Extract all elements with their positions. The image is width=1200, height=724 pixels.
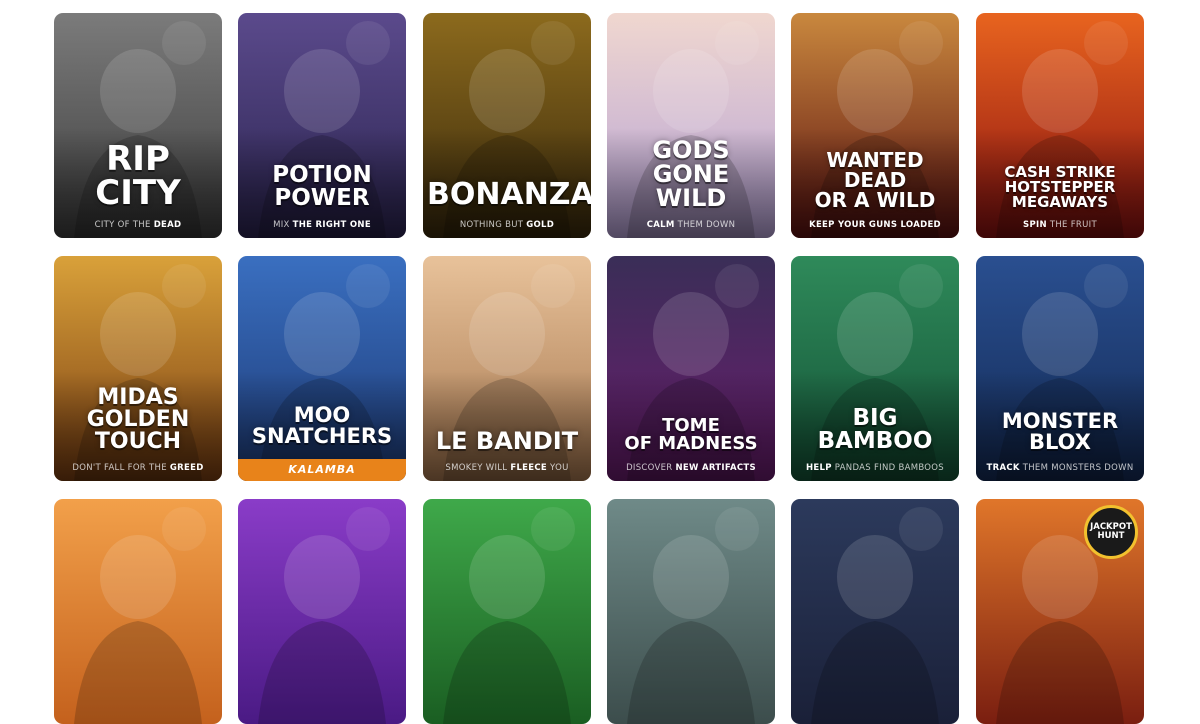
tagline-highlight: FLEECE (510, 463, 548, 473)
game-title: LE BANDIT (427, 429, 587, 453)
game-title-line: MIDAS (97, 385, 179, 410)
tagline-highlight: GOLD (526, 220, 555, 230)
game-title-line: LE BANDIT (435, 427, 579, 455)
tagline-highlight: NEW ARTIFACTS (675, 463, 756, 473)
game-title-line: RIP CITY (95, 139, 181, 213)
game-tile[interactable] (423, 499, 591, 724)
game-title: CASH STRIKE HOTSTEPPER MEGAWAYS (980, 165, 1140, 210)
game-title-line: BIG BAMBOO (817, 405, 933, 454)
game-tagline: DISCOVER NEW ARTIFACTS (611, 463, 771, 473)
tagline-text: THE FRUIT (1046, 220, 1097, 230)
tagline-highlight: THE RIGHT ONE (292, 220, 371, 230)
tagline-highlight: KEEP YOUR GUNS LOADED (809, 220, 941, 230)
game-tile[interactable]: BIG BAMBOO HELP PANDAS FIND BAMBOOS (791, 256, 959, 481)
game-tile[interactable]: LE BANDIT SMOKEY WILL FLEECE YOU (423, 256, 591, 481)
game-title: WANTED DEAD OR A WILD (795, 150, 955, 210)
game-tagline: SPIN THE FRUIT (980, 220, 1140, 230)
game-tagline: NOTHING BUT GOLD (427, 220, 587, 230)
game-tile[interactable]: BONANZA NOTHING BUT GOLD (423, 13, 591, 238)
tagline-highlight: GREED (169, 463, 204, 473)
game-tile[interactable]: MIDAS GOLDEN TOUCH DON'T FALL FOR THE GREE… (54, 256, 222, 481)
game-artwork (791, 499, 959, 724)
tagline-highlight: TRACK (986, 463, 1020, 473)
game-tile[interactable]: JACKPOT HUNT (976, 499, 1144, 724)
tagline-text: THEM DOWN (674, 220, 736, 230)
game-tile[interactable] (238, 499, 406, 724)
game-tile[interactable] (791, 499, 959, 724)
game-artwork (607, 499, 775, 724)
tagline-text: DON'T FALL FOR THE (72, 463, 170, 473)
game-title: POTION POWER (242, 164, 402, 210)
game-title-line: MONSTER BLOX (1001, 409, 1119, 454)
game-title-line: GOLDEN TOUCH (86, 407, 190, 454)
game-title: RIP CITY (58, 142, 218, 210)
game-title: MOO SNATCHERS (242, 405, 402, 447)
game-tagline: CITY OF THE DEAD (58, 220, 218, 230)
game-artwork (54, 499, 222, 724)
game-tile[interactable]: CASH STRIKE HOTSTEPPER MEGAWAYS SPIN THE F… (976, 13, 1144, 238)
game-title: BIG BAMBOO (795, 407, 955, 453)
tagline-highlight: SPIN (1023, 220, 1047, 230)
game-tile[interactable]: MOO SNATCHERS KALAMBA (238, 256, 406, 481)
game-tile[interactable]: RIP CITY CITY OF THE DEAD (54, 13, 222, 238)
game-tagline: DON'T FALL FOR THE GREED (58, 463, 218, 473)
tagline-highlight: HELP (806, 463, 832, 473)
game-title: TOME OF MADNESS (611, 417, 771, 453)
game-tile[interactable]: WANTED DEAD OR A WILD KEEP YOUR GUNS LOADE… (791, 13, 959, 238)
game-title-line: HOTSTEPPER MEGAWAYS (1004, 178, 1116, 211)
game-title: MONSTER BLOX (980, 411, 1140, 453)
game-tile[interactable]: POTION POWER MIX THE RIGHT ONE (238, 13, 406, 238)
tagline-highlight: DEAD (153, 220, 182, 230)
game-tile[interactable] (54, 499, 222, 724)
game-tile[interactable]: MONSTER BLOX TRACK THEM MONSTERS DOWN (976, 256, 1144, 481)
game-tagline: KEEP YOUR GUNS LOADED (795, 220, 955, 230)
game-tagline: SMOKEY WILL FLEECE YOU (427, 463, 587, 473)
tagline-text: YOU (547, 463, 569, 473)
game-title: MIDAS GOLDEN TOUCH (58, 387, 218, 453)
game-tile[interactable] (607, 499, 775, 724)
tagline-text: CITY OF THE (94, 220, 154, 230)
game-tagline: TRACK THEM MONSTERS DOWN (980, 463, 1140, 473)
game-tile[interactable]: GODS GONE WILD CALM THEM DOWN (607, 13, 775, 238)
game-title: BONANZA (427, 177, 591, 212)
game-title-line: MOO (293, 403, 351, 427)
game-grid: RIP CITY CITY OF THE DEAD POTION POWER MIX … (0, 0, 1200, 724)
game-title-line: POTION POWER (272, 162, 372, 211)
game-tile[interactable]: TOME OF MADNESS DISCOVER NEW ARTIFACTS (607, 256, 775, 481)
tagline-text: DISCOVER (626, 463, 676, 473)
game-title-line: WANTED DEAD (826, 148, 924, 192)
tagline-text: NOTHING BUT (459, 220, 527, 230)
jackpot-badge-line: HUNT (1097, 531, 1125, 541)
game-title-line: WILD (655, 184, 727, 212)
jackpot-badge: JACKPOT HUNT (1084, 505, 1138, 559)
tagline-text: PANDAS FIND BAMBOOS (831, 463, 944, 473)
tagline-text: MIX (273, 220, 293, 230)
game-tagline: CALM THEM DOWN (611, 220, 771, 230)
tagline-text: SMOKEY WILL (445, 463, 511, 473)
game-artwork (423, 499, 591, 724)
game-title-line: OF MADNESS (624, 433, 758, 454)
game-tagline: HELP PANDAS FIND BAMBOOS (795, 463, 955, 473)
tagline-highlight: CALM (646, 220, 675, 230)
game-artwork (238, 499, 406, 724)
game-title-line: SNATCHERS (251, 424, 393, 448)
game-title-line: GODS GONE (652, 136, 730, 188)
provider-logo: KALAMBA (238, 459, 406, 481)
game-title-line: BONANZA (427, 177, 591, 212)
game-title-line: OR A WILD (814, 188, 936, 212)
game-title: GODS GONE WILD (611, 138, 771, 210)
game-tagline: MIX THE RIGHT ONE (242, 220, 402, 230)
tagline-text: THEM MONSTERS DOWN (1019, 463, 1134, 473)
